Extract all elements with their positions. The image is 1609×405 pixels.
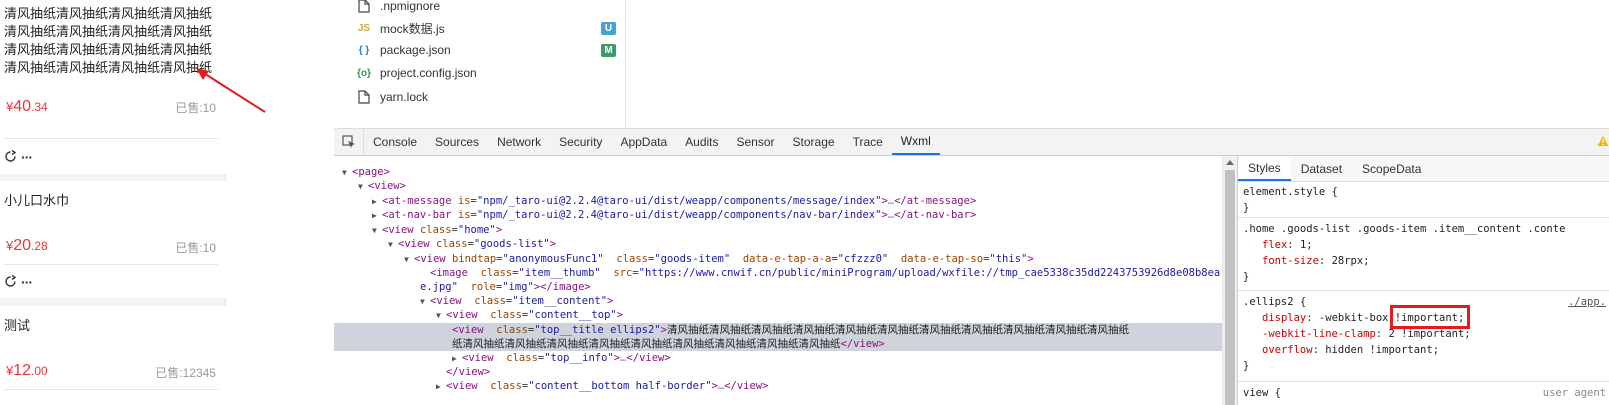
goods-price: ¥40.34 (6, 98, 48, 115)
css-property[interactable]: overflow: hidden !important; (1238, 342, 1609, 358)
file-item-package[interactable]: { } package.json M (356, 39, 626, 61)
rule-selector: element.style { (1243, 186, 1338, 198)
styles-tabs: Styles Dataset ScopeData (1238, 156, 1609, 182)
node-item-content[interactable]: ▼ <view class="item__content"> (420, 294, 613, 309)
file-icon (356, 89, 372, 105)
inspect-element-icon[interactable] (334, 129, 364, 155)
node-close-view: </view> (446, 366, 491, 378)
item-actions: ··· (4, 150, 33, 164)
goods-title: 测试 (4, 319, 31, 334)
more-icon[interactable]: ··· (21, 150, 33, 164)
more-icon[interactable]: ··· (21, 275, 33, 289)
css-property[interactable]: flex: 1; (1238, 237, 1609, 253)
goods-title: 小儿口水巾 (4, 194, 70, 209)
annotation-highlight-box (1390, 305, 1470, 329)
node-content-bottom[interactable]: ▶ <view class="content__bottom half-borde… (436, 379, 768, 394)
file-icon (356, 0, 372, 14)
node-view[interactable]: ▼ <view> (358, 179, 406, 194)
tab-sources[interactable]: Sources (426, 129, 488, 155)
node-goods-list[interactable]: ▼ <view class="goods-list"> (388, 237, 556, 252)
tab-scopedata[interactable]: ScopeData (1352, 156, 1431, 181)
goods-item-2[interactable]: 小儿口水巾 ¥20.28 已售:10 ··· (0, 181, 226, 298)
file-name: mock数据.js (380, 21, 445, 36)
css-property[interactable]: font-size: 28rpx; (1238, 253, 1609, 269)
rule-goods-content: .home .goods-list .goods-item .item__con… (1238, 221, 1609, 291)
devtools-tabbar: Console Sources Network Security AppData… (334, 128, 1609, 156)
js-icon: JS (357, 22, 371, 34)
config-icon: {o} (357, 67, 371, 79)
share-icon[interactable] (4, 150, 18, 164)
divider (4, 138, 218, 139)
file-name: project.config.json (380, 66, 477, 80)
tab-console[interactable]: Console (364, 129, 426, 155)
rule-element-style: element.style { } (1238, 184, 1609, 218)
warning-icon[interactable] (1597, 135, 1609, 150)
tab-network[interactable]: Network (488, 129, 550, 155)
tab-security[interactable]: Security (550, 129, 611, 155)
file-item-project-config[interactable]: {o} project.config.json (356, 62, 626, 84)
item-actions: ··· (4, 275, 33, 289)
rule-selector: .home .goods-list .goods-item .item__con… (1243, 223, 1566, 235)
divider (4, 264, 218, 265)
node-content-top[interactable]: ▼ <view class="content__top"> (436, 308, 623, 323)
rule-close: } (1243, 202, 1250, 214)
node-top-title-cont: 纸清风抽纸清风抽纸清风抽纸清风抽纸清风抽纸清风抽纸清风抽纸清风抽纸清风抽纸</v… (452, 338, 885, 350)
file-name: .npmignore (380, 0, 441, 13)
sold-count: 已售:12345 (155, 366, 216, 380)
annotation-arrow (196, 68, 266, 113)
git-status-badge: M (601, 43, 616, 57)
goods-price: ¥12.00 (6, 362, 48, 379)
file-item-mock[interactable]: JS mock数据.js U (356, 17, 626, 39)
rule-close: } (1243, 271, 1250, 283)
styles-panel: Styles Dataset ScopeData element.style {… (1237, 156, 1609, 405)
tab-audits[interactable]: Audits (676, 129, 727, 155)
scroll-thumb[interactable] (1225, 170, 1235, 405)
node-goods-item[interactable]: ▼ <view bindtap="anonymousFunc1" class="g… (404, 252, 1034, 267)
file-item-yarn-lock[interactable]: yarn.lock (356, 86, 626, 108)
node-at-message[interactable]: ▶ <at-message is="npm/_taro-ui@2.2.4@taro… (372, 194, 976, 209)
wxml-tree: ▼ <page> ▼ <view> ▶ <at-message is="npm/_ta… (334, 156, 1222, 405)
file-tree: .npmignore JS mock数据.js U { } package.js… (334, 0, 626, 128)
sold-count: 已售:10 (175, 241, 216, 255)
share-icon[interactable] (4, 275, 18, 289)
node-top-info[interactable]: ▶ <view class="top__info">…</view> (452, 351, 671, 366)
node-image-cont: e.jpg" role="img"></image> (420, 281, 591, 293)
tab-appdata[interactable]: AppData (611, 129, 676, 155)
rule-close: } (1243, 360, 1250, 372)
node-image[interactable]: <image class="item__thumb" src="https://… (430, 266, 1220, 280)
git-status-badge: U (601, 21, 616, 35)
file-name: yarn.lock (380, 90, 429, 104)
tab-wxml[interactable]: Wxml (891, 129, 940, 155)
goods-item-3[interactable]: 测试 ¥12.00 已售:12345 (0, 306, 226, 405)
node-at-nav-bar[interactable]: ▶ <at-nav-bar is="npm/_taro-ui@2.2.4@taro… (372, 208, 976, 223)
divider (4, 389, 218, 390)
node-home[interactable]: ▼ <view class="home"> (372, 223, 502, 238)
source-link[interactable]: ./app. (1568, 294, 1606, 310)
wxml-scrollbar[interactable] (1222, 156, 1237, 405)
tab-trace[interactable]: Trace (844, 129, 892, 155)
tab-styles[interactable]: Styles (1238, 156, 1291, 181)
scroll-up-icon[interactable] (1226, 160, 1234, 165)
rule-view: view { user agent (1238, 385, 1609, 405)
source-label: user agent (1542, 387, 1606, 399)
file-item-npmignore[interactable]: .npmignore (356, 0, 626, 17)
file-name: package.json (380, 43, 451, 57)
tab-sensor[interactable]: Sensor (728, 129, 784, 155)
goods-price: ¥20.28 (6, 237, 48, 254)
json-braces-icon: { } (358, 44, 370, 56)
tab-storage[interactable]: Storage (784, 129, 844, 155)
node-top-title[interactable]: <view class="top__title ellips2">清风抽纸清风抽… (452, 323, 1129, 337)
node-page[interactable]: ▼ <page> (342, 165, 390, 180)
tab-dataset[interactable]: Dataset (1291, 156, 1352, 181)
